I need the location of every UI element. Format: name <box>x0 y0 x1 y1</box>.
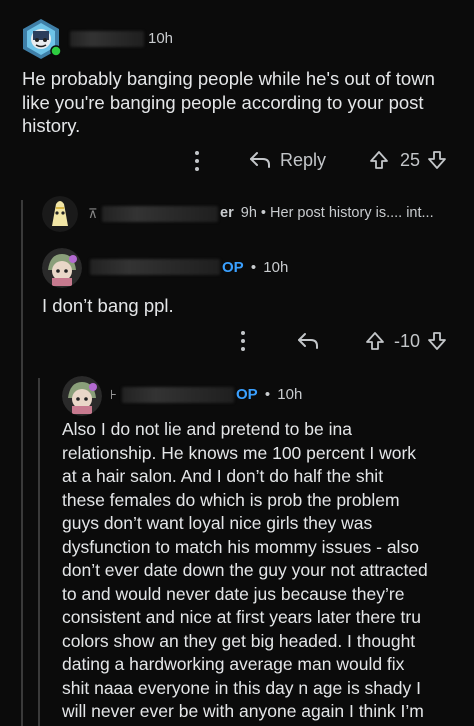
avatar-image <box>42 196 78 232</box>
avatar[interactable] <box>42 248 82 288</box>
vote-score: -10 <box>394 330 421 351</box>
redacted-username <box>70 31 144 47</box>
op-badge: OP <box>222 259 244 276</box>
timestamp: 10h <box>263 259 289 276</box>
reply-button[interactable]: Reply <box>248 149 326 171</box>
avatar[interactable] <box>42 196 78 232</box>
timestamp: 10h <box>148 30 174 47</box>
comment-body-line: dysfunction to match his mommy issues - … <box>62 536 419 557</box>
comment-meta: OP • 10h <box>236 386 302 403</box>
avatar-image <box>62 376 102 416</box>
username-fragment: er <box>220 205 234 221</box>
comment-body-line: Also I do not lie and pretend to be ina <box>62 419 352 439</box>
comment-body: Also I do not lie and pretend to be ina r… <box>62 418 472 726</box>
comment-body-line: colors show an they get big headed. I th… <box>62 630 416 651</box>
redacted-username <box>122 387 234 403</box>
vote-score: 25 <box>400 149 421 170</box>
thread-line[interactable] <box>21 200 23 726</box>
avatar[interactable] <box>62 376 102 416</box>
avatar-image <box>42 248 82 288</box>
separator: • <box>264 386 271 403</box>
comment-body: I don’t bang ppl. <box>42 295 174 316</box>
timestamp: 10h <box>277 386 303 403</box>
comment-body: He probably banging people while he's ou… <box>22 68 435 136</box>
vote-controls: -10 <box>364 330 448 352</box>
collapsed-snippet: Her post history is.... int... <box>270 205 434 221</box>
collapsed-reply-meta[interactable]: er 9h • Her post history is.... int... <box>220 205 434 221</box>
separator: • <box>250 259 257 276</box>
username-initial: ⊦ <box>110 387 117 402</box>
avatar-image <box>23 19 62 59</box>
comment-body-line: relationship. He knows me 100 percent I … <box>62 442 417 463</box>
reply-arrow-icon <box>298 333 318 349</box>
reply-arrow-icon <box>250 152 270 168</box>
comment-body-line: guys don’t want loyal nice girls they wa… <box>62 513 373 533</box>
op-badge: OP <box>236 386 258 403</box>
vote-controls: 25 <box>368 149 448 171</box>
comment-body-line: shit naaa everyone in this day n age is … <box>62 677 421 698</box>
comment-body-line: to and would never date jus because they… <box>62 583 405 604</box>
comment-meta: OP • 10h <box>222 259 288 276</box>
upvote-icon[interactable] <box>364 330 386 352</box>
comment-body-line: don’t ever date down the guy your not at… <box>62 560 428 580</box>
redacted-username <box>90 259 220 275</box>
reply-button[interactable] <box>296 330 320 352</box>
downvote-icon[interactable] <box>426 149 448 171</box>
comment-timestamp: 10h <box>148 30 173 47</box>
more-vertical-icon[interactable] <box>194 150 200 172</box>
comment-body-line: consistent and nice at first years later… <box>62 607 421 627</box>
reply-label: Reply <box>280 149 327 170</box>
redacted-username <box>102 206 218 222</box>
more-vertical-icon[interactable] <box>240 330 246 352</box>
comment-thread: 10h He probably banging people while he'… <box>0 0 474 726</box>
avatar[interactable] <box>20 18 62 60</box>
comment-body-line: at a hair salon. And I don’t do half the… <box>62 466 384 486</box>
timestamp: 9h <box>240 205 257 221</box>
comment-body-line: dating a hardworking average man would f… <box>62 654 405 674</box>
thread-line[interactable] <box>38 378 40 726</box>
downvote-icon[interactable] <box>426 330 448 352</box>
collapsed-username-initial: ⊼ <box>88 206 98 221</box>
comment-body-line: these females do which is prob the probl… <box>62 489 400 510</box>
comment-body-line: will never ever be with anyone again I t… <box>62 701 424 721</box>
separator: • <box>260 205 266 221</box>
upvote-icon[interactable] <box>368 149 390 171</box>
